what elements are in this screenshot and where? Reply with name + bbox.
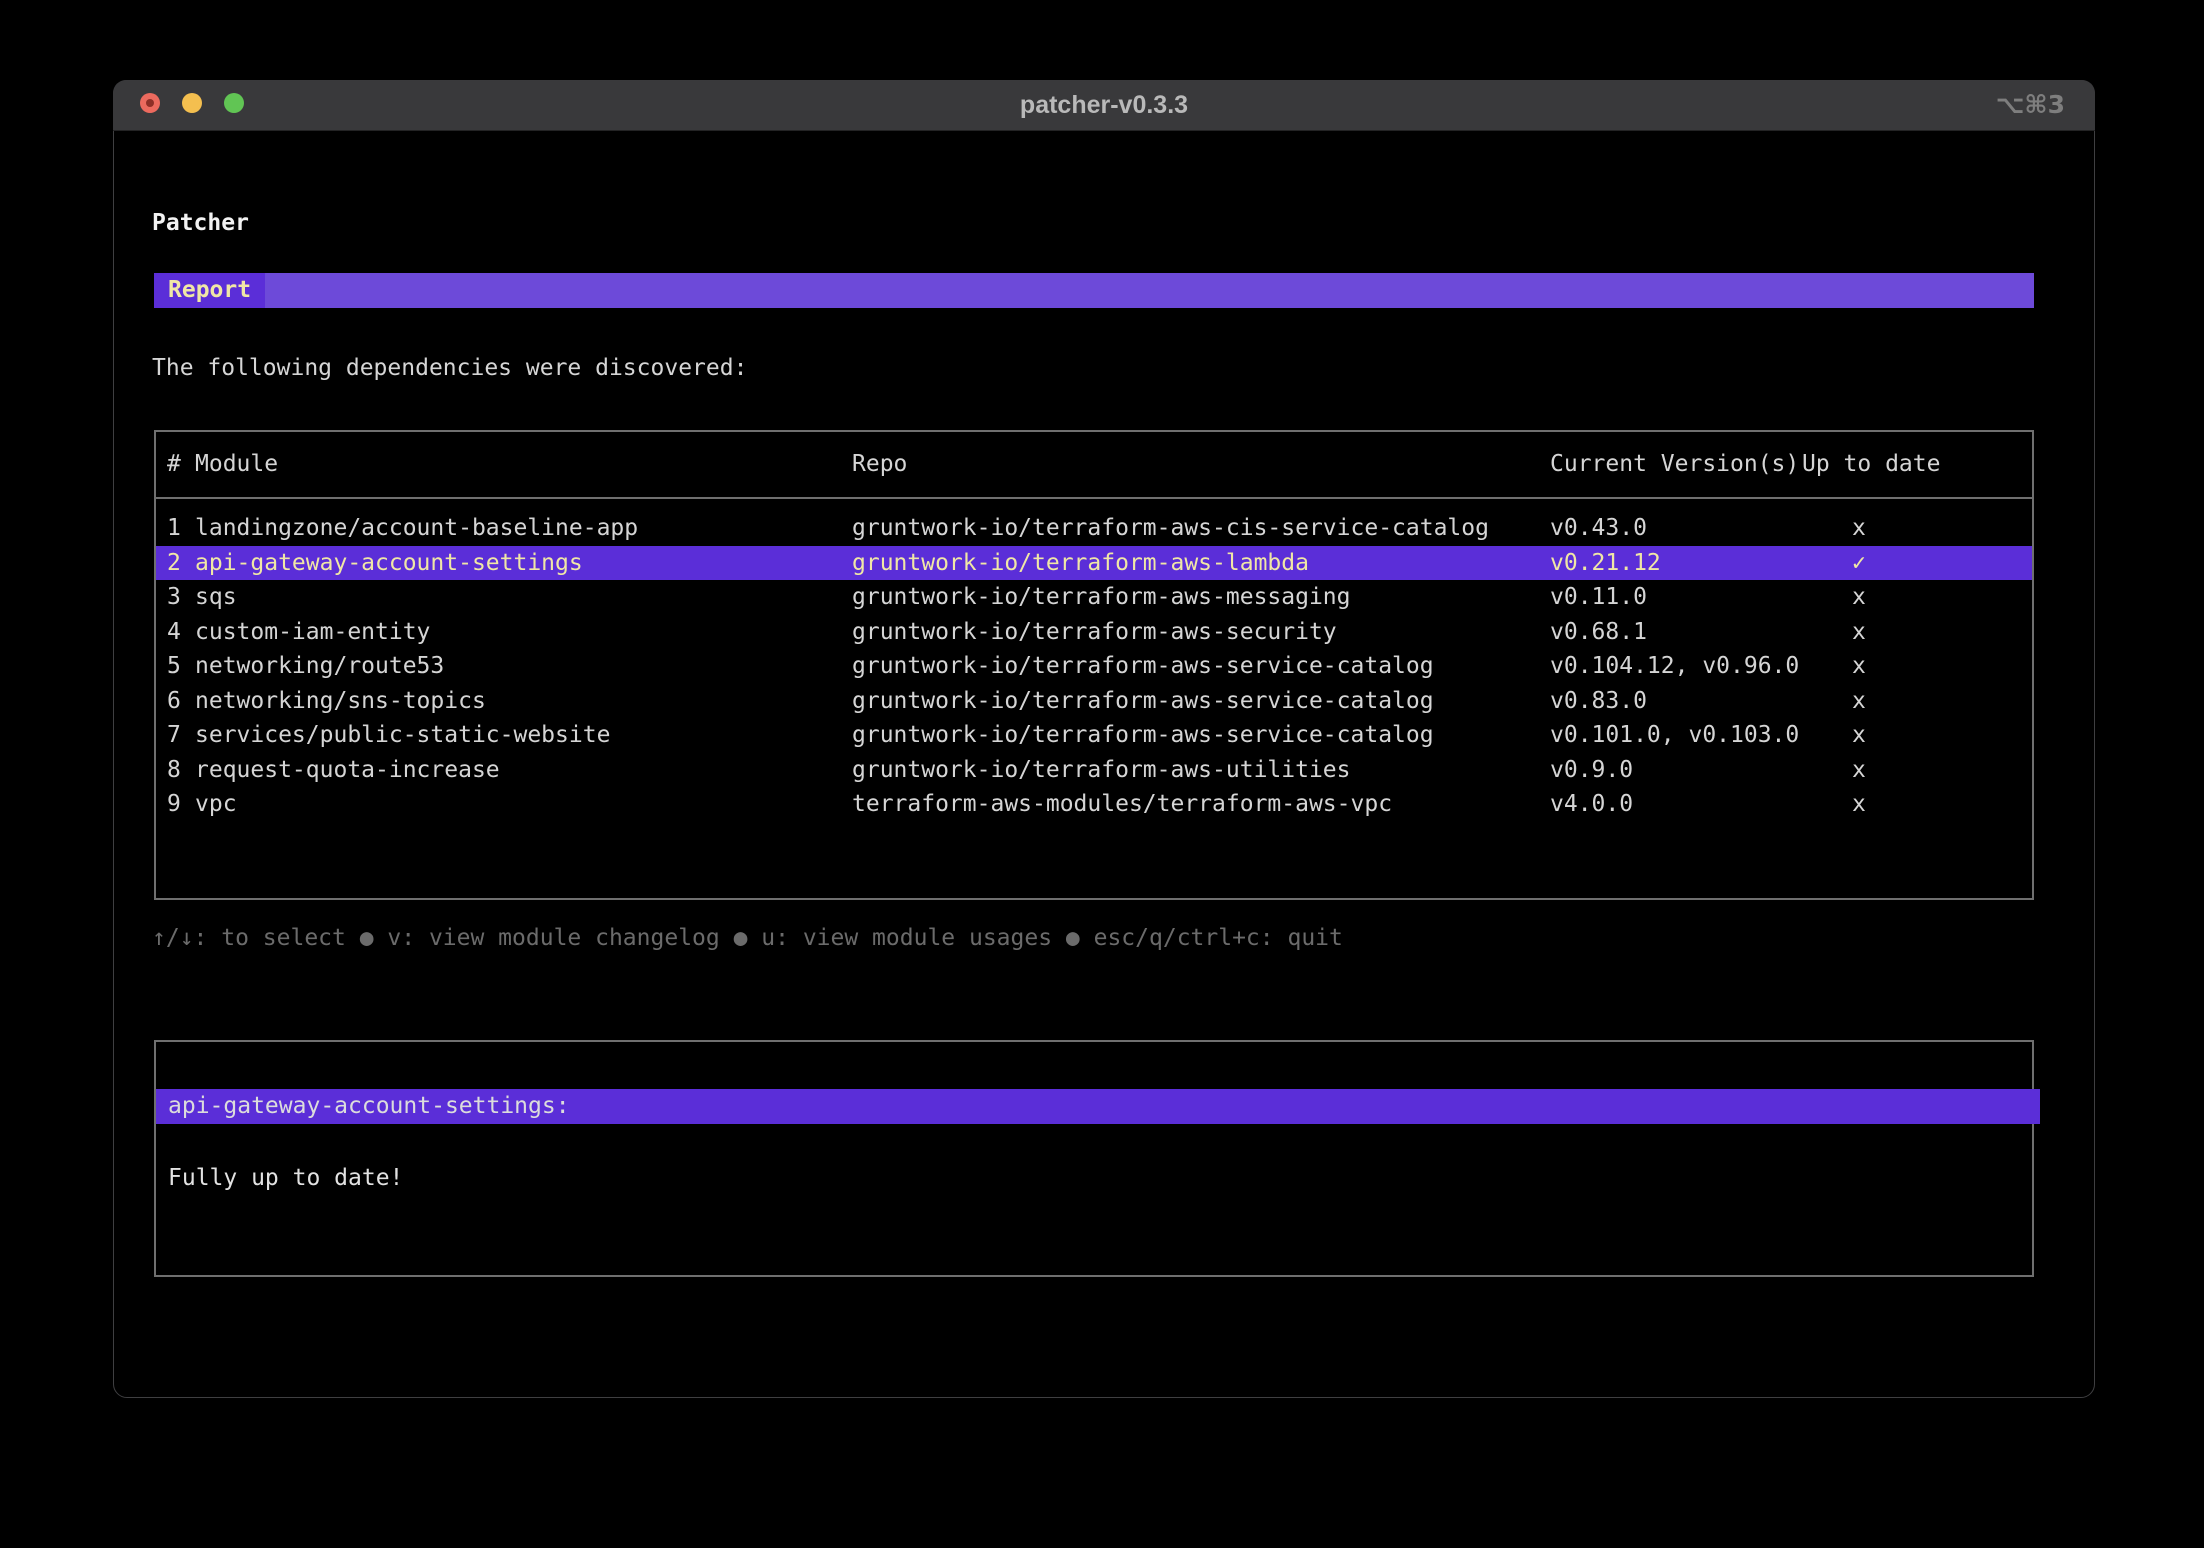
cell-repo: gruntwork-io/terraform-aws-service-catal… [852,687,1434,714]
cell-status: x [1852,618,1866,645]
keybinding-help: ↑/↓: to select ● v: view module changelo… [152,925,1343,951]
intro-text: The following dependencies were discover… [152,355,748,381]
cell-status: x [1852,791,1866,817]
cell-num: 4 [167,618,181,645]
cell-versions: v0.11.0 [1550,584,1647,610]
cell-status: x [1852,515,1866,541]
cell-module: request-quota-increase [195,756,500,783]
header-separator [156,497,2032,499]
cell-versions: v0.68.1 [1550,618,1647,645]
window-title: patcher-v0.3.3 [1019,91,1189,119]
table-row[interactable]: 6 networking/sns-topics gruntwork-io/terra… [156,684,2032,719]
table-row[interactable]: 7 services/public-static-website gruntwork… [156,718,2032,753]
col-header-uptodate: Up to date [1802,451,1941,477]
cell-num: 6 [167,687,181,714]
cell-module: networking/sns-topics [195,687,486,714]
table-row[interactable]: 4 custom-iam-entity gruntwork-io/terraform… [156,615,2032,650]
cell-repo: gruntwork-io/terraform-aws-service-catal… [852,722,1434,748]
col-header-versions: Current Version(s) [1550,451,1800,477]
cell-status: x [1852,584,1866,610]
table-row[interactable]: 3 sqs gruntwork-io/terraform-aws-messaging… [156,580,2032,615]
tab-report[interactable]: Report [154,273,266,308]
cell-num: 8 [167,756,181,783]
cell-repo: gruntwork-io/terraform-aws-service-catal… [852,653,1434,679]
table-row[interactable]: 2 api-gateway-account-settings gruntwork-i… [156,545,2032,580]
tab-bar-filler [265,273,2034,308]
cell-versions: v4.0.0 [1550,791,1634,817]
cell-versions: v0.83.0 [1550,687,1647,714]
cell-versions: v0.43.0 [1550,515,1647,541]
cell-repo: gruntwork-io/terraform-aws-cis-service-c… [852,515,1489,541]
cell-versions: v0.9.0 [1550,756,1634,783]
table-row[interactable]: 1 landingzone/account-baseline-app gruntwo… [156,511,2032,546]
table-row[interactable]: 8 request-quota-increase gruntwork-io/terr… [156,753,2032,788]
cell-module: services/public-static-website [195,722,611,748]
cell-status: x [1852,687,1866,714]
tab-bar: Report [154,273,2034,308]
table-header: # Module Repo Current Version(s) Up to d… [156,432,2032,497]
cell-repo: gruntwork-io/terraform-aws-messaging [852,584,1351,610]
module-detail-status: Fully up to date! [168,1165,404,1191]
cell-repo: terraform-aws-modules/terraform-aws-vpc [852,791,1393,817]
cell-status: x [1852,756,1866,783]
cell-num: 1 [167,515,181,541]
cell-repo: gruntwork-io/terraform-aws-security [852,618,1337,645]
window-titlebar[interactable]: patcher-v0.3.3 ⌥⌘3 [113,80,2095,131]
cell-repo: gruntwork-io/terraform-aws-lambda [852,549,1309,576]
page-title: Patcher [152,210,249,236]
cell-num: 2 [167,549,181,576]
cell-num: 9 [167,791,181,817]
cell-module: custom-iam-entity [195,618,431,645]
col-header-module: Module [195,451,279,477]
table-row[interactable]: 5 networking/route53 gruntwork-io/terrafor… [156,649,2032,684]
module-detail-panel: api-gateway-account-settings: Fully up t… [154,1040,2040,1277]
cell-num: 7 [167,722,181,748]
window-shortcut-badge: ⌥⌘3 [1995,90,2065,119]
desktop: patcher-v0.3.3 ⌥⌘3 Patcher Report The fo… [0,0,2204,1548]
cell-module: networking/route53 [195,653,445,679]
cell-num: 3 [167,584,181,610]
table-row[interactable]: 9 vpc terraform-aws-modules/terraform-aws-… [156,787,2032,822]
cell-status: ✓ [1852,549,1866,576]
cell-module: landingzone/account-baseline-app [195,515,639,541]
cell-status: x [1852,653,1866,679]
cell-module: vpc [195,791,237,817]
cell-num: 5 [167,653,181,679]
cell-versions: v0.101.0, v0.103.0 [1550,722,1800,748]
col-header-num: # [167,451,181,477]
cell-repo: gruntwork-io/terraform-aws-utilities [852,756,1351,783]
table-rows: 1 landingzone/account-baseline-app gruntwo… [156,511,2032,822]
dependencies-table: # Module Repo Current Version(s) Up to d… [154,430,2034,900]
col-header-repo: Repo [852,451,908,477]
cell-versions: v0.104.12, v0.96.0 [1550,653,1800,679]
cell-module: sqs [195,584,237,610]
cell-versions: v0.21.12 [1550,549,1661,576]
cell-module: api-gateway-account-settings [195,549,583,576]
cell-status: x [1852,722,1866,748]
module-detail-title: api-gateway-account-settings: [156,1089,2040,1124]
